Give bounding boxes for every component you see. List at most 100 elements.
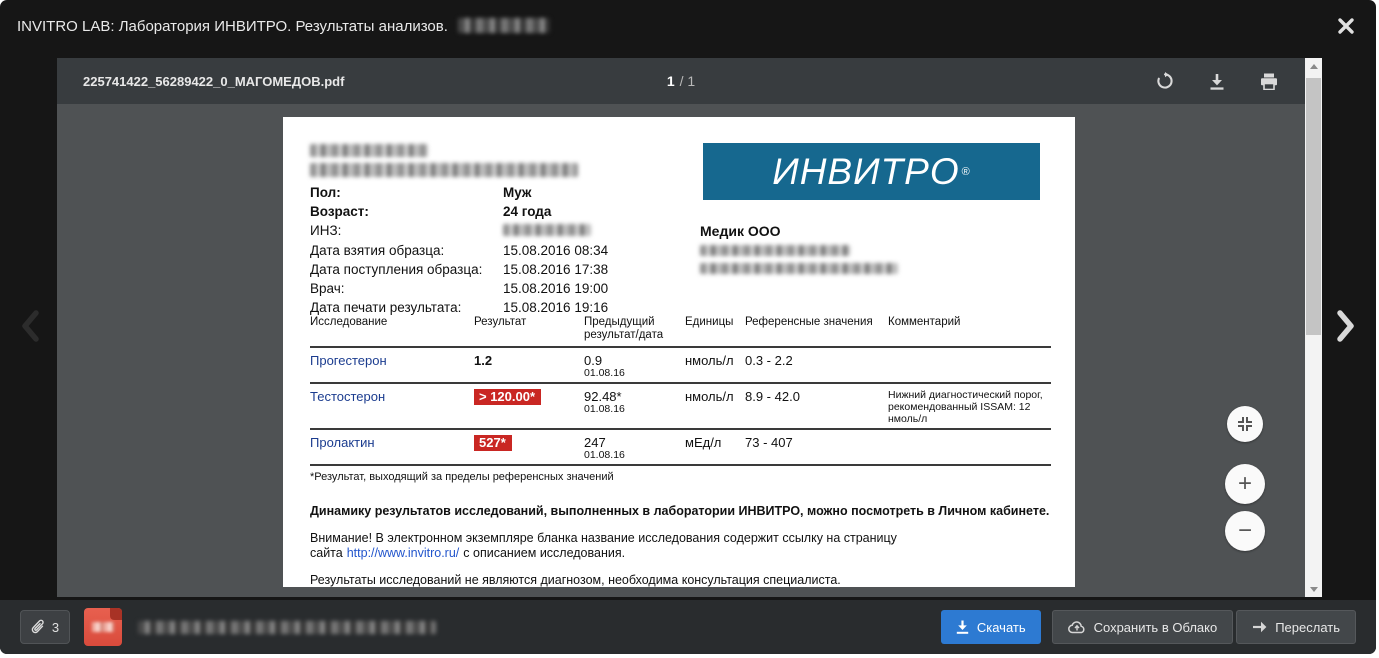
previous-result: 0.9 01.08.16	[584, 353, 685, 379]
download-icon	[956, 620, 969, 634]
scrollbar-up-button[interactable]	[1305, 58, 1322, 74]
redacted-thumb-label	[92, 622, 114, 632]
comment	[888, 353, 1051, 379]
forward-arrow-icon	[1252, 621, 1267, 633]
print-icon	[1260, 73, 1278, 90]
patient-info: Пол: Муж Возраст: 24 года ИНЗ: Дата взят…	[310, 183, 608, 317]
forward-button[interactable]: Переслать	[1236, 610, 1356, 644]
patient-label: ИНЗ:	[310, 221, 503, 241]
viewer-title: INVITRO LAB: Лаборатория ИНВИТРО. Резуль…	[17, 18, 550, 35]
pdf-filename: 225741422_56289422_0_МАГОМЕДОВ.pdf	[83, 74, 344, 89]
comment: Нижний диагностический порог, рекомендов…	[888, 389, 1051, 425]
analyte-link[interactable]: Тестостерон	[310, 389, 385, 404]
titlebar: INVITRO LAB: Лаборатория ИНВИТРО. Резуль…	[0, 0, 1376, 58]
patient-value: Муж	[503, 183, 608, 202]
print-button[interactable]	[1259, 71, 1279, 91]
col-header: Исследование	[310, 316, 474, 342]
download-label: Скачать	[977, 620, 1026, 635]
units: мЕд/л	[685, 435, 745, 461]
redacted-clinic-line1	[700, 245, 850, 256]
col-header: Комментарий	[888, 316, 1051, 342]
col-header: Единицы	[685, 316, 745, 342]
redacted-clinic-line2	[700, 263, 898, 274]
redacted-patient-name	[310, 144, 428, 157]
attachments-count-button[interactable]: 3	[20, 610, 70, 644]
page-current: 1	[667, 73, 675, 89]
patient-value: 15.08.2016 19:16	[503, 298, 608, 317]
rotate-button[interactable]	[1155, 71, 1175, 91]
dynamics-note: Динамику результатов исследований, выпол…	[310, 504, 1051, 518]
clinic-name: Медик ООО	[700, 223, 781, 239]
units: нмоль/л	[685, 353, 745, 379]
analyte-link[interactable]: Прогестерон	[310, 353, 387, 368]
attention-note: Внимание! В электронном экземпляре бланк…	[310, 531, 1016, 561]
patient-label: Дата печати результата:	[310, 298, 503, 317]
previous-date: 01.08.16	[584, 404, 685, 415]
pdf-page: ИНВИТРО® Пол: Муж Возраст: 24 года ИНЗ: …	[283, 117, 1075, 587]
units: нмоль/л	[685, 389, 745, 425]
zoom-in-button[interactable]: +	[1225, 464, 1265, 504]
pdf-viewer: 225741422_56289422_0_МАГОМЕДОВ.pdf 1/ 1	[57, 58, 1322, 597]
patient-value: 15.08.2016 17:38	[503, 260, 608, 279]
patient-value: 15.08.2016 08:34	[503, 241, 608, 260]
attachments-count: 3	[52, 620, 59, 635]
patient-label: Пол:	[310, 183, 503, 202]
fit-to-screen-button[interactable]	[1227, 406, 1263, 442]
table-row: Прогестерон 1.2 0.9 01.08.16 нмоль/л 0.3…	[310, 348, 1051, 384]
bottombar: 3 Скачать Сохранить в Облако	[0, 600, 1376, 654]
close-icon	[1337, 17, 1355, 35]
analyte-link[interactable]: Пролактин	[310, 435, 375, 450]
file-fold-corner	[110, 608, 122, 620]
invitro-site-link[interactable]: http://www.invitro.ru/	[347, 546, 460, 560]
previous-result: 247 01.08.16	[584, 435, 685, 461]
viewer-scrollbar[interactable]	[1305, 58, 1322, 597]
patient-value: 24 года	[503, 202, 608, 221]
zoom-out-button[interactable]: −	[1225, 511, 1265, 551]
next-attachment-button[interactable]	[1335, 310, 1359, 344]
redacted-patient-line2	[310, 163, 578, 177]
forward-label: Переслать	[1275, 620, 1340, 635]
chevron-right-icon	[1335, 310, 1357, 342]
patient-value: 15.08.2016 19:00	[503, 279, 608, 298]
disclaimer-note: Результаты исследований не являются диаг…	[310, 573, 1051, 587]
paperclip-icon	[31, 619, 46, 635]
pdf-canvas: ИНВИТРО® Пол: Муж Возраст: 24 года ИНЗ: …	[57, 104, 1305, 597]
result-value-0: 1.2	[474, 353, 492, 368]
download-icon	[1209, 73, 1225, 90]
invitro-logo-text: ИНВИТРО	[772, 151, 959, 193]
table-row: Пролактин 527* 247 01.08.16 мЕд/л 73 - 4…	[310, 430, 1051, 466]
patient-label: Дата взятия образца:	[310, 241, 503, 260]
previous-date: 01.08.16	[584, 368, 685, 379]
save-to-cloud-button[interactable]: Сохранить в Облако	[1052, 610, 1234, 644]
results-report: Исследование Результат Предыдущий резуль…	[310, 316, 1051, 587]
zoom-in-label: +	[1238, 470, 1252, 498]
redacted-subject-text	[458, 18, 550, 33]
download-button[interactable]: Скачать	[941, 610, 1041, 644]
patient-label: Врач:	[310, 279, 503, 298]
close-button[interactable]	[1334, 14, 1358, 38]
reference-range: 8.9 - 42.0	[745, 389, 888, 425]
patient-label: Возраст:	[310, 202, 503, 221]
viewer-title-text: INVITRO LAB: Лаборатория ИНВИТРО. Резуль…	[17, 18, 448, 35]
save-to-cloud-label: Сохранить в Облако	[1094, 620, 1218, 635]
scroll-up-icon	[1310, 64, 1318, 69]
reference-range: 73 - 407	[745, 435, 888, 461]
logo-reg-mark: ®	[962, 166, 971, 178]
chevron-left-icon	[19, 310, 41, 342]
previous-result: 92.48* 01.08.16	[584, 389, 685, 425]
table-row: Тестостерон > 120.00* 92.48* 01.08.16 нм…	[310, 384, 1051, 430]
scroll-down-icon	[1310, 587, 1318, 592]
results-table-header: Исследование Результат Предыдущий резуль…	[310, 316, 1051, 348]
previous-date: 01.08.16	[584, 450, 685, 461]
result-value-2: 527*	[474, 435, 512, 451]
previous-attachment-button[interactable]	[19, 310, 43, 344]
pdf-toolbar: 225741422_56289422_0_МАГОМЕДОВ.pdf 1/ 1	[57, 58, 1305, 104]
redacted-inz-value	[503, 224, 591, 236]
scrollbar-thumb[interactable]	[1306, 78, 1321, 335]
scrollbar-down-button[interactable]	[1305, 581, 1322, 597]
pdf-attachment-thumbnail[interactable]	[84, 608, 122, 646]
download-file-button[interactable]	[1207, 71, 1227, 91]
rotate-icon	[1156, 72, 1174, 90]
comment	[888, 435, 1051, 461]
result-value-1: > 120.00*	[474, 389, 541, 405]
